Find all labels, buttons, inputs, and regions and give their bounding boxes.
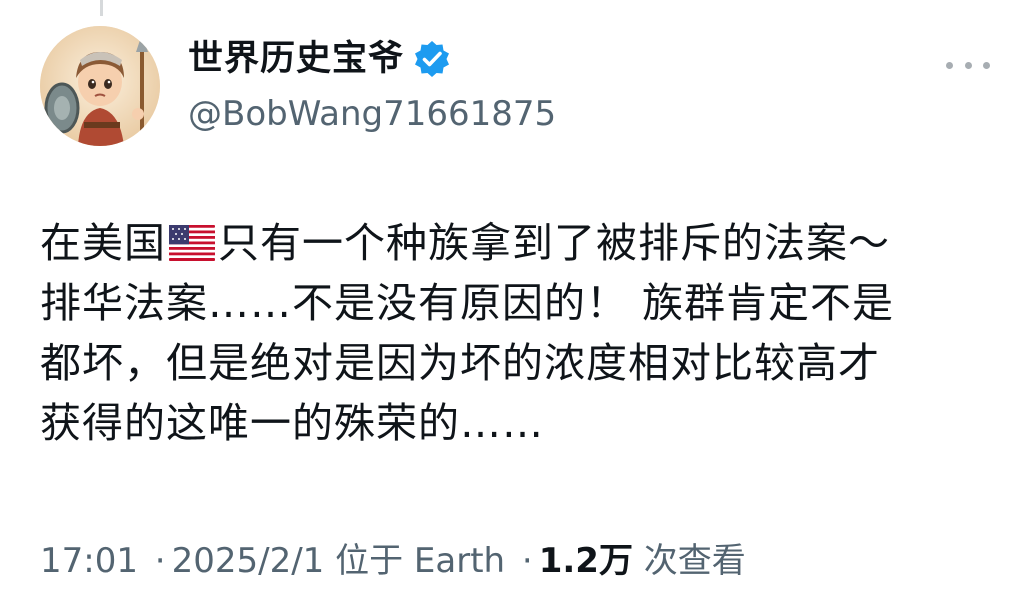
display-name[interactable]: 世界历史宝爷 xyxy=(188,36,404,82)
avatar-icon xyxy=(40,26,160,146)
tweet-detail: 世界历史宝爷 @BobWang71661875 在美国 只有一个种族拿到了被排斥… xyxy=(0,0,1026,600)
tweet-header: 世界历史宝爷 @BobWang71661875 xyxy=(40,26,990,146)
tweet-text: 在美国 只有一个种族拿到了被排斥的法案～ 排华法案……不是没有原因的！ 族群肯定… xyxy=(40,213,990,453)
tweet-line-2: 排华法案……不是没有原因的！ 族群肯定不是 xyxy=(40,279,895,327)
user-meta: 世界历史宝爷 @BobWang71661875 xyxy=(188,36,556,136)
tweet-location: 位于 Earth xyxy=(335,541,506,581)
avatar[interactable] xyxy=(40,26,160,146)
tweet-time[interactable]: 17:01 xyxy=(40,541,138,581)
tweet-line-4: 获得的这唯一的殊荣的…… xyxy=(40,399,544,447)
verified-badge-icon xyxy=(412,39,452,79)
tweet-meta: 17:01 · 2025/2/1 位于 Earth · 1.2万 次查看 xyxy=(40,538,746,584)
tweet-date[interactable]: 2025/2/1 xyxy=(172,541,325,581)
display-name-row[interactable]: 世界历史宝爷 xyxy=(188,36,556,82)
meta-separator: · xyxy=(154,541,166,581)
more-options-icon[interactable] xyxy=(946,50,990,80)
views-label: 次查看 xyxy=(643,541,746,581)
thread-connector-line xyxy=(100,0,103,16)
tweet-line-1-after: 只有一个种族拿到了被排斥的法案～ xyxy=(218,219,890,267)
tweet-line-3: 都坏，但是绝对是因为坏的浓度相对比较高才 xyxy=(40,339,880,387)
tweet-line-1: 在美国 只有一个种族拿到了被排斥的法案～ xyxy=(40,213,990,273)
user-handle[interactable]: @BobWang71661875 xyxy=(188,92,556,136)
us-flag-icon xyxy=(169,217,215,261)
views-count[interactable]: 1.2万 xyxy=(539,541,633,581)
tweet-line-1-before: 在美国 xyxy=(40,219,166,267)
meta-separator-2: · xyxy=(521,541,533,581)
